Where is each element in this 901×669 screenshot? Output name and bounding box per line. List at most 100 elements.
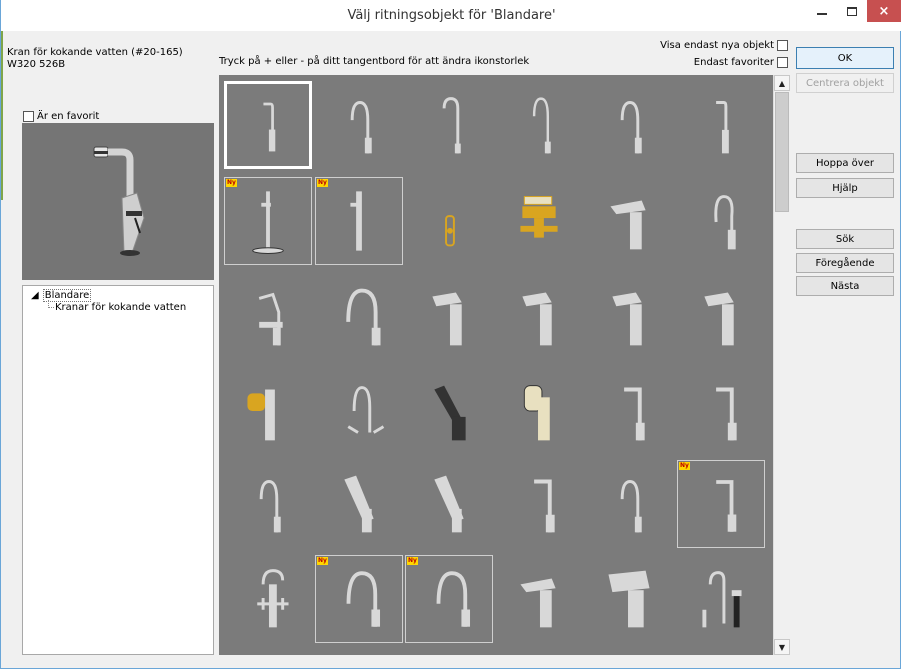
help-button[interactable]: Hjälp [796, 178, 894, 198]
lever-mixer-icon [612, 292, 642, 346]
scroll-down-arrow-icon[interactable]: ▼ [774, 639, 790, 655]
object-grid: Ny Ny Ny Ny Ny [219, 75, 773, 655]
grid-item[interactable]: Ny [315, 177, 403, 265]
scrollbar-thumb[interactable] [775, 92, 789, 212]
favorites-label: Endast favoriter [693, 57, 774, 68]
grid-item[interactable]: Ny [677, 460, 765, 548]
object-preview [22, 123, 214, 280]
grid-item[interactable] [585, 177, 673, 265]
object-name: Kran för kokande vatten (#20-165) [7, 47, 183, 58]
grid-item[interactable] [315, 460, 403, 548]
only-new-checkbox[interactable] [777, 40, 788, 51]
previous-button[interactable]: Föregående [796, 253, 894, 273]
grid-item[interactable] [315, 81, 403, 169]
vintage-cross-faucet-icon [257, 569, 289, 628]
grid-item[interactable] [495, 81, 583, 169]
grid-item[interactable] [585, 81, 673, 169]
only-new-label: Visa endast nya objekt [660, 40, 774, 51]
grid-item[interactable]: Ny [224, 177, 312, 265]
pull-out-faucet-icon [258, 292, 283, 346]
tall-faucet-icon [716, 101, 729, 154]
maximize-button[interactable] [837, 0, 867, 22]
favorite-toggle[interactable]: Är en favorit [23, 111, 99, 122]
tree-node-boiling-water-taps[interactable]: Kranar för kokande vatten [55, 302, 186, 313]
minimize-button[interactable] [807, 0, 837, 22]
grid-item[interactable] [495, 555, 583, 643]
grid-item[interactable] [585, 368, 673, 456]
new-badge: Ny [407, 557, 418, 565]
new-badge: Ny [226, 179, 237, 187]
grid-item[interactable] [495, 368, 583, 456]
center-object-button[interactable]: Centrera objekt [796, 73, 894, 93]
next-button[interactable]: Nästa [796, 276, 894, 296]
grid-item[interactable] [405, 273, 493, 361]
tree-expand-icon[interactable]: ◢ [31, 290, 39, 301]
close-icon: × [878, 3, 890, 19]
grid-item[interactable] [677, 555, 765, 643]
faucet-set-icon [702, 571, 742, 628]
grid-item[interactable] [224, 460, 312, 548]
hook-faucet-icon [442, 97, 461, 154]
grid-item[interactable] [405, 81, 493, 169]
shower-gold-icon [445, 215, 455, 247]
ok-button[interactable]: OK [796, 47, 894, 69]
grid-item[interactable] [585, 273, 673, 361]
bath-mixer-gold-icon [520, 196, 558, 238]
only-new-filter[interactable]: Visa endast nya objekt [660, 40, 788, 51]
square-faucet-icon [624, 387, 645, 441]
square-faucet-icon [716, 480, 737, 532]
grid-item[interactable] [677, 273, 765, 361]
category-tree: ◢ Blandare Kranar för kokande vatten [22, 285, 214, 655]
grid-item[interactable] [405, 460, 493, 548]
tilted-mixer-icon [344, 475, 374, 533]
icon-size-hint: Tryck på + eller - på ditt tangentbord f… [219, 56, 530, 67]
grid-item[interactable] [677, 81, 765, 169]
arc-faucet-icon [346, 288, 381, 346]
grid-item[interactable] [315, 368, 403, 456]
grid-item[interactable] [224, 368, 312, 456]
favorite-label: Är en favorit [37, 111, 100, 122]
slim-faucet-icon [532, 97, 551, 154]
new-badge: Ny [679, 462, 690, 470]
loop-faucet-icon [714, 195, 736, 250]
grid-item[interactable] [224, 555, 312, 643]
grid-item[interactable] [677, 177, 765, 265]
grid-item[interactable] [677, 368, 765, 456]
tree-node-blandare[interactable]: ◢ Blandare [31, 289, 92, 302]
skip-button[interactable]: Hoppa över [796, 153, 894, 173]
pillar-faucet-icon [350, 191, 362, 251]
scroll-up-arrow-icon[interactable]: ▲ [774, 75, 790, 91]
selected-object-info: Kran för kokande vatten (#20-165) W320 5… [7, 47, 183, 71]
grid-item[interactable] [585, 460, 673, 548]
close-button[interactable]: × [867, 0, 901, 22]
grid-item[interactable] [405, 177, 493, 265]
search-button[interactable]: Sök [796, 229, 894, 249]
short-mixer-icon [520, 578, 556, 628]
grid-item[interactable] [585, 555, 673, 643]
grid-item[interactable]: Ny [315, 555, 403, 643]
favorites-checkbox[interactable] [777, 57, 788, 68]
title-bar[interactable]: Välj ritningsobjekt för 'Blandare' × [1, 0, 901, 31]
wide-mixer-icon [608, 570, 650, 628]
favorite-checkbox[interactable] [23, 111, 34, 122]
arc-faucet-icon [436, 571, 471, 627]
grid-item[interactable] [224, 81, 312, 169]
short-mixer-icon [610, 200, 646, 250]
grid-item[interactable] [495, 460, 583, 548]
lever-mixer-icon [522, 292, 552, 346]
grid-item[interactable] [224, 273, 312, 361]
tilted-mixer-icon [434, 475, 464, 533]
new-badge: Ny [317, 557, 328, 565]
grid-item[interactable]: Ny [405, 555, 493, 643]
grid-item[interactable] [495, 177, 583, 265]
lever-mixer-icon [432, 292, 462, 346]
dialog-window: Välj ritningsobjekt för 'Blandare' × Kra… [0, 0, 901, 669]
grid-item[interactable] [405, 368, 493, 456]
grid-item[interactable] [495, 273, 583, 361]
square-faucet-icon [716, 387, 737, 441]
arc-faucet-icon [346, 571, 381, 627]
grid-scrollbar[interactable]: ▲ ▼ [773, 75, 790, 655]
grid-item[interactable] [315, 273, 403, 361]
window-title: Välj ritningsobjekt för 'Blandare' [347, 8, 556, 23]
favorites-filter[interactable]: Endast favoriter [694, 57, 788, 68]
